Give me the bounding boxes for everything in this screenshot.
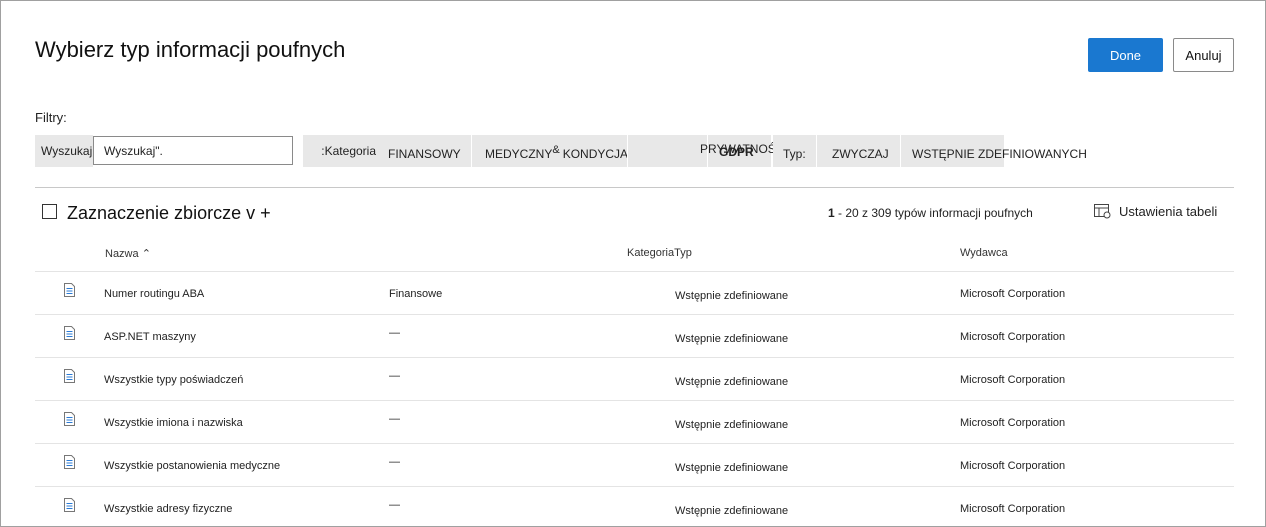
column-header-name[interactable]: Nazwa ⌃ xyxy=(105,247,151,260)
done-button[interactable]: Done xyxy=(1088,38,1163,72)
table-row[interactable]: Wszystkie adresy fizyczne — Wstępnie zde… xyxy=(35,487,1234,526)
count-text: - 20 z 309 typów informacji poufnych xyxy=(834,206,1033,220)
filter-medyczny-kondycja[interactable]: MEDYCZNY & KONDYCJA xyxy=(471,135,629,167)
filter-spacer xyxy=(627,135,707,167)
search-input[interactable]: Wyszukaj". xyxy=(93,136,293,165)
filters-label: Filtry: xyxy=(35,110,67,125)
filter-medyczny-label: MEDYCZNY xyxy=(485,147,553,161)
bulk-select-checkbox[interactable] xyxy=(42,204,57,219)
row-type: Wstępnie zdefiniowane xyxy=(675,290,789,302)
category-filter-label: :Kategoria xyxy=(303,135,376,167)
row-publisher: Microsoft Corporation xyxy=(960,460,1066,472)
result-count: 1 - 20 z 309 typów informacji poufnych xyxy=(828,206,1033,220)
row-publisher: Microsoft Corporation xyxy=(960,331,1066,343)
row-type: Wstępnie zdefiniowane xyxy=(675,376,789,388)
row-type: Wstępnie zdefiniowane xyxy=(675,419,789,431)
document-icon xyxy=(64,369,75,383)
filter-finansowy[interactable]: FINANSOWY xyxy=(376,135,471,167)
row-category: — xyxy=(389,327,400,339)
dialog-title: Wybierz typ informacji poufnych xyxy=(35,37,346,62)
column-header-category-type[interactable]: KategoriaTyp xyxy=(627,247,692,259)
table-row[interactable]: ASP.NET maszyny — Wstępnie zdefiniowane … xyxy=(35,315,1234,358)
filter-kondycja-label: KONDYCJA xyxy=(562,147,629,161)
row-name: Wszystkie imiona i nazwiska xyxy=(104,417,243,429)
table-row[interactable]: Wszystkie postanowienia medyczne — Wstęp… xyxy=(35,444,1234,487)
table-settings-label: Ustawienia tabeli xyxy=(1119,204,1218,219)
row-type: Wstępnie zdefiniowane xyxy=(675,333,789,345)
row-name: Wszystkie postanowienia medyczne xyxy=(104,460,281,472)
row-category: — xyxy=(389,499,400,511)
document-icon xyxy=(64,498,75,512)
row-type: Wstępnie zdefiniowane xyxy=(675,462,789,474)
row-name: Wszystkie adresy fizyczne xyxy=(104,503,233,515)
name-header-label: Nazwa xyxy=(105,248,139,260)
row-category: — xyxy=(389,413,400,425)
sensitive-info-type-dialog: Wybierz typ informacji poufnych Done Anu… xyxy=(0,0,1266,527)
row-category: — xyxy=(389,456,400,468)
table-row[interactable]: Wszystkie imiona i nazwiska — Wstępnie z… xyxy=(35,401,1234,444)
row-publisher: Microsoft Corporation xyxy=(960,374,1066,386)
filter-zwyczaj[interactable]: ZWYCZAJ xyxy=(816,135,900,167)
bulk-select-label[interactable]: Zaznaczenie zbiorcze v + xyxy=(67,203,271,224)
table-row[interactable]: Wszystkie typy poświadczeń — Wstępnie zd… xyxy=(35,358,1234,401)
table-settings-button[interactable]: Ustawienia tabeli xyxy=(1094,204,1217,219)
document-icon xyxy=(64,283,75,297)
row-type: Wstępnie zdefiniowane xyxy=(675,505,789,517)
cancel-button[interactable]: Anuluj xyxy=(1173,38,1234,72)
row-publisher: Microsoft Corporation xyxy=(960,288,1066,300)
row-name: Wszystkie typy poświadczeń xyxy=(104,374,244,386)
filter-predefined[interactable]: WSTĘPNIE ZDEFINIOWANYCH xyxy=(900,135,1087,167)
type-filter-label: Typ: xyxy=(773,135,816,167)
filter-gdpr-privacy[interactable]: PRYWATNOŚĆ GDPR xyxy=(700,135,784,167)
row-name: Numer routingu ABA xyxy=(104,288,205,300)
document-icon xyxy=(64,412,75,426)
row-publisher: Microsoft Corporation xyxy=(960,417,1066,429)
ampersand-label: & xyxy=(552,144,560,156)
divider xyxy=(35,187,1234,188)
table-settings-icon xyxy=(1094,204,1111,219)
count-range-start: 1 xyxy=(828,206,835,220)
document-icon xyxy=(64,326,75,340)
table-row[interactable]: Numer routingu ABA Finansowe Wstępnie zd… xyxy=(35,272,1234,315)
row-publisher: Microsoft Corporation xyxy=(960,503,1066,515)
search-label: Wyszukaj: xyxy=(35,135,96,167)
row-name: ASP.NET maszyny xyxy=(104,331,196,343)
sort-ascending-icon: ⌃ xyxy=(141,248,151,260)
document-icon xyxy=(64,455,75,469)
filter-gdpr-label: GDPR xyxy=(719,145,754,159)
row-category: — xyxy=(389,370,400,382)
row-category: Finansowe xyxy=(389,288,443,300)
column-header-publisher[interactable]: Wydawca xyxy=(960,247,1008,259)
